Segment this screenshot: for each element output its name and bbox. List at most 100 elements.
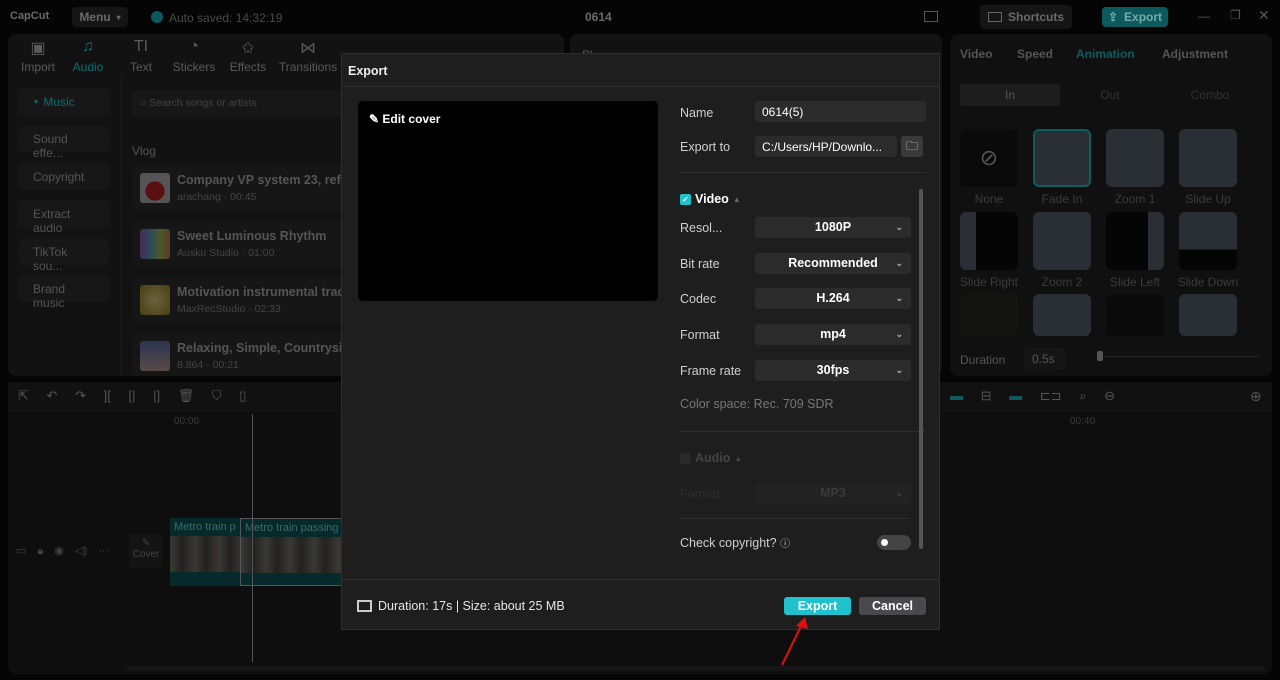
sidebar-item-tiktok-sounds[interactable]: TikTok sou... [19, 239, 109, 273]
top-export-button[interactable]: ⇪ Export [1102, 7, 1168, 27]
magnet-icon[interactable]: ▬ [950, 388, 963, 403]
more-icon[interactable]: ··· [98, 545, 109, 557]
tab-speed[interactable]: Speed [1017, 47, 1053, 61]
lock-icon[interactable]: 🔒︎ [37, 545, 43, 557]
time-00-00: 00:00 [174, 416, 200, 427]
link-icon[interactable]: ⊟ [981, 388, 992, 403]
sidebar-item-music[interactable]: ‣ Music [19, 89, 109, 115]
select-icon[interactable]: ⇱ [18, 388, 29, 403]
anim-tab-out[interactable]: Out [1060, 84, 1160, 106]
settings-scrollbar[interactable] [919, 189, 923, 549]
track-video-icon[interactable]: ▭ [16, 545, 26, 557]
export-dialog: Export ✎ Edit cover Name 0614(5) Export … [341, 53, 940, 630]
tab-stickers[interactable]: ◔ Stickers [164, 38, 224, 74]
anim-slide-down[interactable] [1179, 212, 1237, 270]
redo-icon[interactable]: ↷ [75, 388, 86, 403]
tab-transitions[interactable]: ⋈ Transitions [278, 38, 338, 74]
anim-fade-in[interactable] [1033, 129, 1091, 187]
anim-item[interactable] [1106, 294, 1164, 336]
split-left-icon[interactable]: [| [128, 388, 135, 403]
copyright-toggle[interactable] [877, 535, 911, 550]
name-input[interactable]: 0614(5) [755, 101, 926, 122]
cancel-button[interactable]: Cancel [859, 597, 926, 615]
playhead[interactable] [252, 414, 253, 662]
horizontal-scrollbar[interactable] [126, 666, 1266, 671]
clip-1[interactable]: Metro train p [170, 518, 242, 586]
duration-input[interactable]: 0.5s [1024, 348, 1066, 370]
folder-button[interactable]: 🗀 [901, 136, 923, 157]
resolution-select[interactable]: 1080P ⌄ [755, 217, 911, 238]
sidebar-item-sound-effects[interactable]: Sound effe... [19, 126, 109, 160]
split-right-icon[interactable]: |] [153, 388, 160, 403]
pencil-icon: ✎ [369, 112, 383, 126]
framerate-select[interactable]: 30fps ⌄ [755, 360, 911, 381]
format-select[interactable]: mp4 ⌄ [755, 324, 911, 345]
tab-animation[interactable]: Animation [1076, 47, 1135, 61]
list-item[interactable]: Company VP system 23, refr arachang · 00:… [132, 165, 347, 211]
zoom-out-icon[interactable]: ⊖ [1104, 388, 1115, 403]
slider-handle[interactable] [1097, 351, 1103, 361]
speaker-icon[interactable]: ◁) [75, 545, 87, 557]
checkbox-unchecked-icon[interactable] [680, 452, 691, 464]
list-item[interactable]: Motivation instrumental trac MaxRecStudio… [132, 277, 347, 323]
cover-button[interactable]: ✎ Cover [129, 534, 163, 568]
anim-slide-right[interactable] [960, 212, 1018, 270]
eye-icon[interactable]: ◉ [54, 545, 64, 557]
tab-adjustment[interactable]: Adjustment [1162, 47, 1228, 61]
list-item[interactable]: Sweet Luminous Rhythm Ausku Studio · 01:0… [132, 221, 347, 267]
align-icon[interactable]: ⊏⊐ [1040, 388, 1062, 403]
keyboard-icon [987, 12, 1002, 22]
split-icon[interactable]: ][ [104, 388, 111, 403]
edit-icon: ✎ [141, 538, 151, 549]
preview-axis-icon[interactable]: ▬ [1009, 388, 1022, 403]
audio-format-select[interactable]: MP3 ⌄ [755, 483, 911, 504]
layout-icon[interactable] [924, 11, 938, 22]
anim-slide-left[interactable] [1106, 212, 1164, 270]
bitrate-select[interactable]: Recommended ⌄ [755, 253, 911, 274]
cover-preview[interactable]: ✎ Edit cover [358, 101, 658, 301]
delete-icon[interactable]: 🗑 [178, 388, 195, 403]
undo-icon[interactable]: ↶ [47, 388, 58, 403]
menu-button[interactable]: Menu ▾ [72, 7, 128, 27]
sidebar-item-copyright[interactable]: Copyright [19, 164, 109, 190]
close-icon[interactable]: ✕ [1258, 7, 1270, 24]
shortcuts-button[interactable]: Shortcuts [980, 5, 1072, 29]
anim-zoom-1[interactable] [1106, 129, 1164, 187]
restore-icon[interactable]: ❐ [1230, 8, 1241, 22]
chevron-down-icon: ⌄ [895, 365, 903, 375]
menu-label: Menu [79, 10, 111, 24]
codec-select[interactable]: H.264 ⌄ [755, 288, 911, 309]
minimize-icon[interactable]: — [1198, 9, 1210, 23]
tab-effects[interactable]: ✩ Effects [218, 38, 278, 74]
duration-slider[interactable] [1097, 351, 1260, 361]
tab-text[interactable]: TI Text [111, 38, 171, 74]
anim-tab-combo[interactable]: Combo [1160, 84, 1260, 106]
marker-icon[interactable]: ⛉ [212, 388, 222, 403]
sidebar-item-extract-audio[interactable]: Extract audio [19, 201, 109, 235]
film-icon [357, 600, 372, 612]
crop-icon[interactable]: ▯ [239, 388, 246, 403]
anim-none[interactable]: ⊘ [960, 129, 1018, 187]
export-path-input[interactable]: C:/Users/HP/Downlo... [755, 136, 897, 157]
help-icon[interactable]: ⓘ [780, 539, 790, 550]
list-item[interactable]: Relaxing, Simple, Countrysid 8.864 · 00:2… [132, 333, 350, 376]
anim-item[interactable] [1179, 294, 1237, 336]
tab-audio[interactable]: ♫ Audio [58, 38, 118, 74]
sidebar-item-brand-music[interactable]: Brand music [19, 276, 109, 310]
zoom-fit-icon[interactable]: ⌕ [1079, 388, 1086, 403]
zoom-in-icon[interactable]: ⊕ [1250, 388, 1262, 405]
video-toggle[interactable]: ✓ Video ▲ [680, 192, 741, 206]
checkbox-checked-icon[interactable]: ✓ [680, 193, 691, 205]
audio-toggle[interactable]: Audio ▲ [680, 451, 742, 465]
edit-cover-button[interactable]: ✎ Edit cover [369, 112, 440, 126]
anim-zoom-2[interactable] [1033, 212, 1091, 270]
clip-2[interactable]: Metro train passing [240, 518, 350, 586]
tab-video[interactable]: Video [960, 47, 992, 61]
anim-tab-in[interactable]: In [960, 84, 1060, 106]
search-input[interactable]: ○ Search songs or artists [132, 91, 347, 116]
anim-item[interactable] [960, 294, 1018, 336]
text-icon: TI [133, 38, 149, 55]
anim-item[interactable] [1033, 294, 1091, 336]
anim-slide-up[interactable] [1179, 129, 1237, 187]
select-value: 30fps [816, 363, 850, 377]
